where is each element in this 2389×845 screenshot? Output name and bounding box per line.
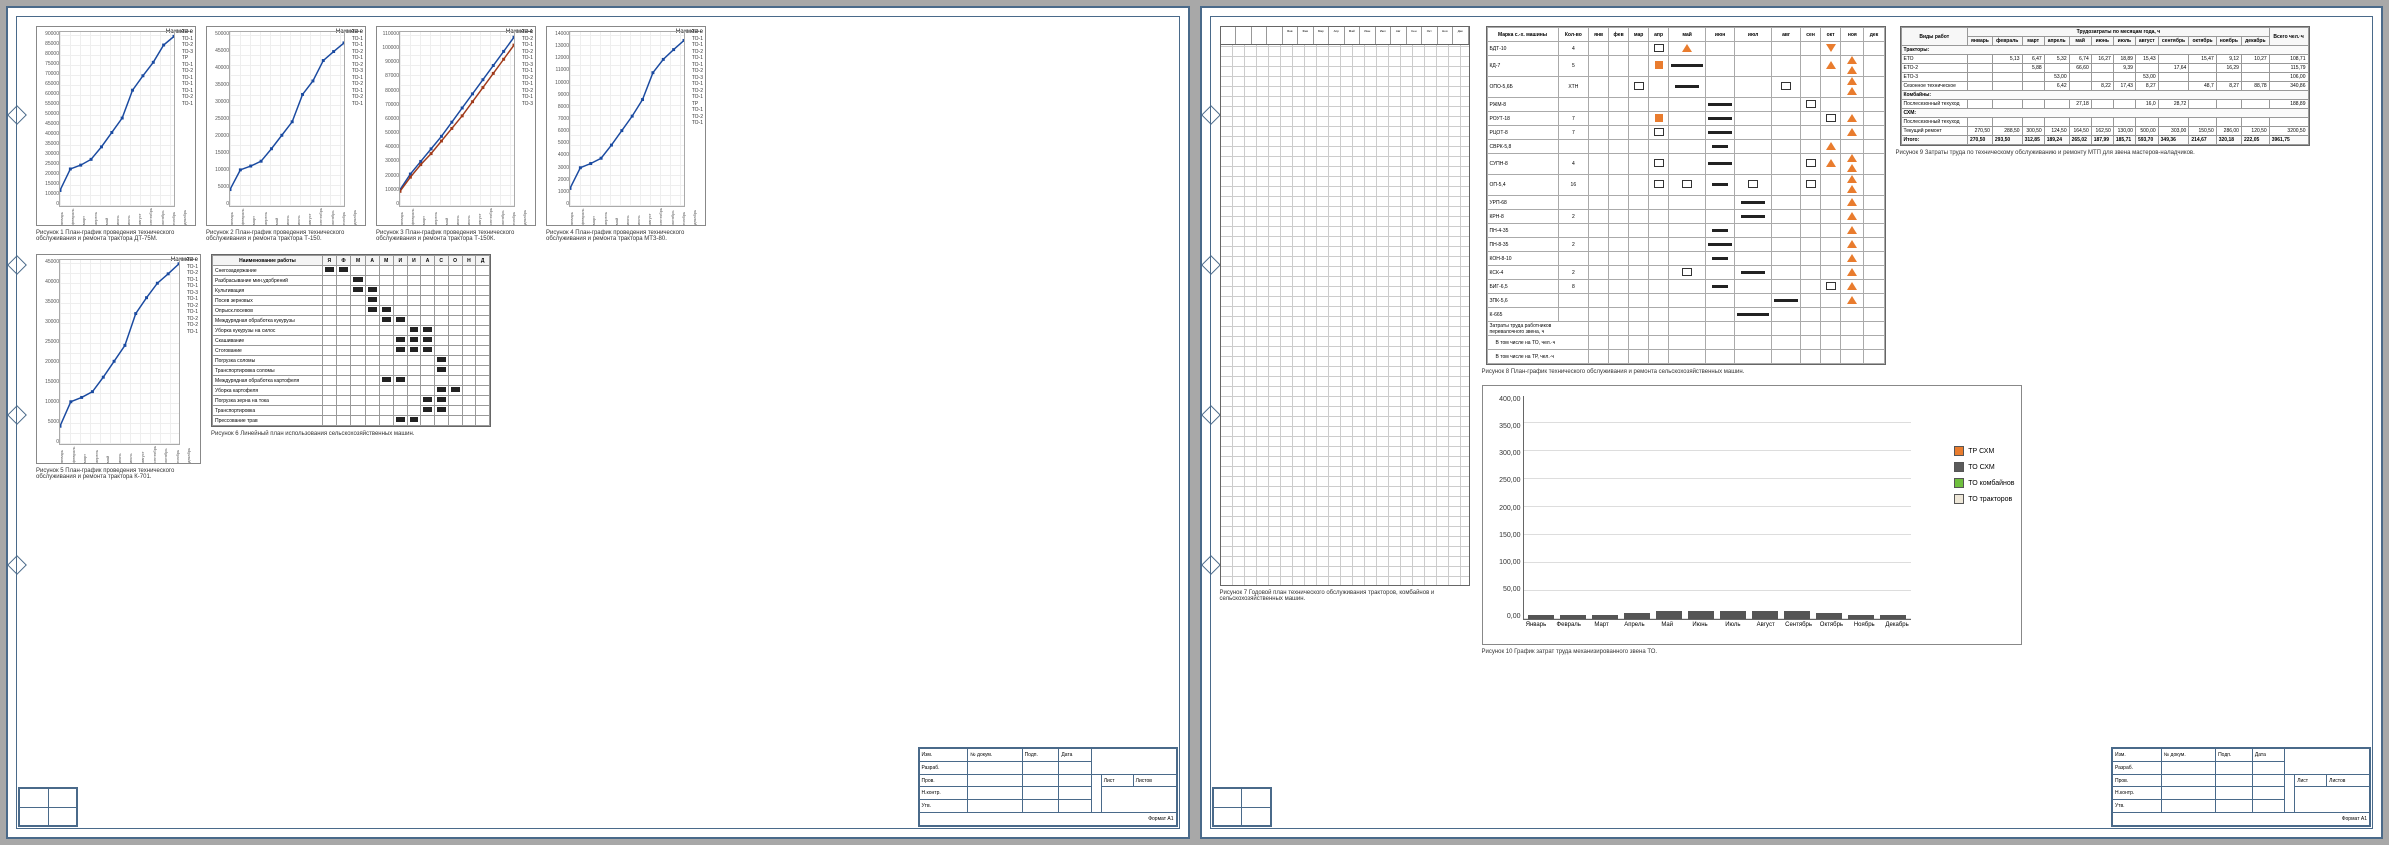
fig1-legend: ТОТО-1ТО-2ТО-3ТРТО-1ТО-2ТО-1ТО-1ТО-1ТО-2… bbox=[182, 29, 193, 107]
fig1-chart: Наимен-е ТОТО-1ТО-2ТО-3ТРТО-1ТО-2ТО-1ТО-… bbox=[36, 26, 196, 226]
charts-row-bottom: Наимен-е ТОТО-1ТО-2ТО-1ТО-1ТО-3ТО-1ТО-2Т… bbox=[36, 254, 1170, 480]
fig8-gantt: Марка с.-х. машиныКол-воянвфевмарапрмайи… bbox=[1486, 26, 1886, 365]
col-right: Марка с.-х. машиныКол-воянвфевмарапрмайи… bbox=[1482, 26, 2310, 819]
fig9-caption: Рисунок 9 Затраты труда по техническому … bbox=[1896, 150, 2306, 156]
drawing-sheet-1: Наимен-е ТОТО-1ТО-2ТО-3ТРТО-1ТО-2ТО-1ТО-… bbox=[6, 6, 1190, 839]
fig6-block: Наименование работыЯФМАМИИАСОНДСнегозаде… bbox=[211, 254, 491, 437]
title-block-2: Изм.№ докум.Подп.Дата Разраб. Пров.ЛистЛ… bbox=[2111, 747, 2371, 827]
fig10-block: 0,0050,00100,00150,00200,00250,00300,003… bbox=[1482, 385, 2022, 655]
fig2-legend: ТОТО-1ТО-1ТО-2ТО-1ТО-2ТО-3ТО-1ТО-2ТО-1ТО… bbox=[352, 29, 363, 107]
fig8-block: Марка с.-х. машиныКол-воянвфевмарапрмайи… bbox=[1482, 26, 1886, 375]
small-stamp bbox=[18, 787, 78, 827]
fig6-gantt: Наименование работыЯФМАМИИАСОНДСнегозаде… bbox=[211, 254, 491, 427]
drawing-sheet-2: ЯнвФевМарАпрМайИюнИюлАвгСенОктНояДек Рис… bbox=[1200, 6, 2384, 839]
col-fig7: ЯнвФевМарАпрМайИюнИюлАвгСенОктНояДек Рис… bbox=[1220, 26, 1470, 819]
fig8-caption: Рисунок 8 План-график технического обслу… bbox=[1482, 369, 1882, 375]
fig2-block: Наимен-е ТОТО-1ТО-1ТО-2ТО-1ТО-2ТО-3ТО-1Т… bbox=[206, 26, 366, 242]
fig7-table: ЯнвФевМарАпрМайИюнИюлАвгСенОктНояДек bbox=[1220, 26, 1470, 586]
fig5-legend: ТОТО-1ТО-2ТО-1ТО-1ТО-3ТО-1ТО-2ТО-1ТО-2ТО… bbox=[187, 257, 198, 335]
fig10-caption: Рисунок 10 График затрат труда механизир… bbox=[1482, 649, 2022, 655]
charts-row-top: Наимен-е ТОТО-1ТО-2ТО-3ТРТО-1ТО-2ТО-1ТО-… bbox=[36, 26, 1170, 242]
fig7-caption: Рисунок 7 Годовой план технического обсл… bbox=[1220, 590, 1470, 602]
fig5-caption: Рисунок 5 План-график проведения техниче… bbox=[36, 468, 196, 480]
fig4-chart: Наимен-е ТОТО-1ТО-1ТО-2ТО-1ТО-1ТО-2ТО-3Т… bbox=[546, 26, 706, 226]
fig1-caption: Рисунок 1 План-график проведения техниче… bbox=[36, 230, 196, 242]
fig5-block: Наимен-е ТОТО-1ТО-2ТО-1ТО-1ТО-3ТО-1ТО-2Т… bbox=[36, 254, 201, 480]
title-block-1: Изм.№ докум.Подп.Дата Разраб. Пров.ЛистЛ… bbox=[918, 747, 1178, 827]
fig5-chart: Наимен-е ТОТО-1ТО-2ТО-1ТО-1ТО-3ТО-1ТО-2Т… bbox=[36, 254, 201, 464]
fold-marks-2 bbox=[1202, 8, 1220, 837]
fig3-caption: Рисунок 3 План-график проведения техниче… bbox=[376, 230, 536, 242]
fold-marks bbox=[8, 8, 26, 837]
fig2-chart: Наимен-е ТОТО-1ТО-1ТО-2ТО-1ТО-2ТО-3ТО-1Т… bbox=[206, 26, 366, 226]
fig3-legend: ТО-1ТО-2ТО-1ТО-2ТО-1ТО-3ТО-1ТО-2ТО-1ТО-2… bbox=[522, 29, 533, 107]
sheet2-body: ЯнвФевМарАпрМайИюнИюлАвгСенОктНояДек Рис… bbox=[1220, 26, 2364, 819]
fig3-chart: Наимен-е ТО-1ТО-2ТО-1ТО-2ТО-1ТО-3ТО-1ТО-… bbox=[376, 26, 536, 226]
fig10-chart: 0,0050,00100,00150,00200,00250,00300,003… bbox=[1482, 385, 2022, 645]
fig4-block: Наимен-е ТОТО-1ТО-1ТО-2ТО-1ТО-1ТО-2ТО-3Т… bbox=[546, 26, 706, 242]
fig9-table: Виды работТрудозатраты по месяцам года, … bbox=[1900, 26, 2310, 146]
fig2-caption: Рисунок 2 План-график проведения техниче… bbox=[206, 230, 366, 242]
fig4-legend: ТОТО-1ТО-1ТО-2ТО-1ТО-1ТО-2ТО-3ТО-1ТО-2ТО… bbox=[692, 29, 703, 127]
fig1-block: Наимен-е ТОТО-1ТО-2ТО-3ТРТО-1ТО-2ТО-1ТО-… bbox=[36, 26, 196, 242]
fig3-block: Наимен-е ТО-1ТО-2ТО-1ТО-2ТО-1ТО-3ТО-1ТО-… bbox=[376, 26, 536, 242]
fig4-caption: Рисунок 4 План-график проведения техниче… bbox=[546, 230, 706, 242]
fig6-caption: Рисунок 6 Линейный план использования се… bbox=[211, 431, 491, 437]
small-stamp-2 bbox=[1212, 787, 1272, 827]
fig9-block: Виды работТрудозатраты по месяцам года, … bbox=[1896, 26, 2310, 375]
